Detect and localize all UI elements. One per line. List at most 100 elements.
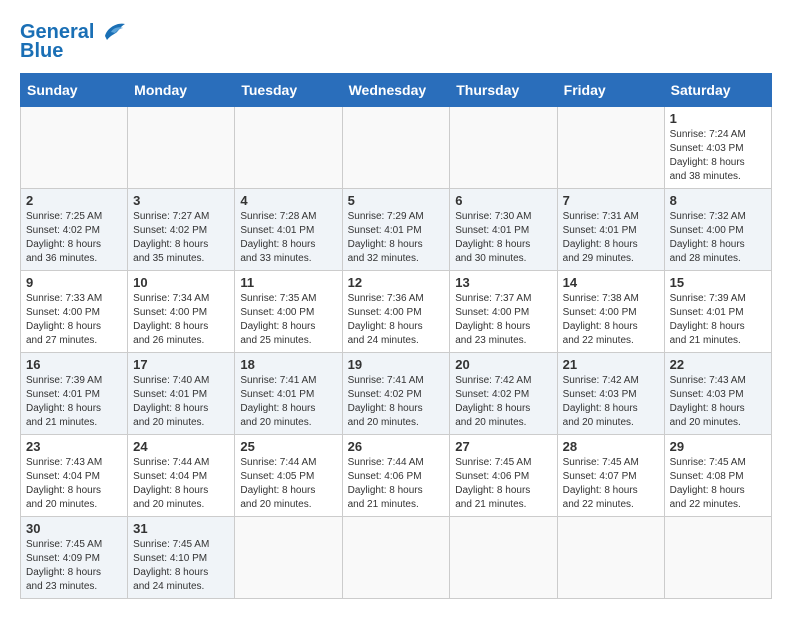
calendar-cell: 1 Sunrise: 7:24 AM Sunset: 4:03 PM Daylig… <box>664 107 771 189</box>
calendar-header-row: SundayMondayTuesdayWednesdayThursdayFrid… <box>21 74 772 107</box>
calendar-cell: 28 Sunrise: 7:45 AM Sunset: 4:07 PM Dayli… <box>557 435 664 517</box>
header: General Blue <box>20 20 772 63</box>
day-info: Sunrise: 7:44 AM Sunset: 4:05 PM Dayligh… <box>240 456 336 512</box>
calendar-cell: 10Sunrise: 7:34 AM Sunset: 4:00 PM Dayli… <box>128 271 235 353</box>
day-info: Sunrise: 7:39 AM Sunset: 4:01 PM Dayligh… <box>670 292 766 348</box>
day-number: 13 <box>455 275 551 290</box>
day-number: 6 <box>455 193 551 208</box>
col-header-monday: Monday <box>128 74 235 107</box>
day-number: 18 <box>240 357 336 372</box>
day-info: Sunrise: 7:41 AM Sunset: 4:02 PM Dayligh… <box>348 374 445 430</box>
calendar-cell <box>557 517 664 599</box>
day-number: 26 <box>348 439 445 454</box>
day-info: Sunrise: 7:39 AM Sunset: 4:01 PM Dayligh… <box>26 374 122 430</box>
day-info: Sunrise: 7:29 AM Sunset: 4:01 PM Dayligh… <box>348 210 445 266</box>
calendar-cell: 14 Sunrise: 7:38 AM Sunset: 4:00 PM Dayli… <box>557 271 664 353</box>
day-number: 8 <box>670 193 766 208</box>
calendar-cell <box>21 107 128 189</box>
day-info: Sunrise: 7:45 AM Sunset: 4:09 PM Dayligh… <box>26 538 122 594</box>
calendar-week-row: 30 Sunrise: 7:45 AM Sunset: 4:09 PM Dayli… <box>21 517 772 599</box>
day-number: 23 <box>26 439 122 454</box>
calendar-cell: 29 Sunrise: 7:45 AM Sunset: 4:08 PM Dayli… <box>664 435 771 517</box>
day-number: 21 <box>563 357 659 372</box>
calendar-cell: 23Sunrise: 7:43 AM Sunset: 4:04 PM Dayli… <box>21 435 128 517</box>
logo-bird-icon <box>97 18 127 44</box>
calendar-cell: 2 Sunrise: 7:25 AM Sunset: 4:02 PM Daylig… <box>21 189 128 271</box>
day-number: 16 <box>26 357 122 372</box>
day-info: Sunrise: 7:45 AM Sunset: 4:06 PM Dayligh… <box>455 456 551 512</box>
day-info: Sunrise: 7:27 AM Sunset: 4:02 PM Dayligh… <box>133 210 229 266</box>
day-number: 29 <box>670 439 766 454</box>
col-header-wednesday: Wednesday <box>342 74 450 107</box>
calendar-week-row: 1 Sunrise: 7:24 AM Sunset: 4:03 PM Daylig… <box>21 107 772 189</box>
calendar-week-row: 23Sunrise: 7:43 AM Sunset: 4:04 PM Dayli… <box>21 435 772 517</box>
day-number: 28 <box>563 439 659 454</box>
day-number: 19 <box>348 357 445 372</box>
day-info: Sunrise: 7:38 AM Sunset: 4:00 PM Dayligh… <box>563 292 659 348</box>
day-info: Sunrise: 7:28 AM Sunset: 4:01 PM Dayligh… <box>240 210 336 266</box>
calendar-cell <box>235 517 342 599</box>
day-info: Sunrise: 7:43 AM Sunset: 4:03 PM Dayligh… <box>670 374 766 430</box>
day-info: Sunrise: 7:33 AM Sunset: 4:00 PM Dayligh… <box>26 292 122 348</box>
day-info: Sunrise: 7:42 AM Sunset: 4:03 PM Dayligh… <box>563 374 659 430</box>
col-header-thursday: Thursday <box>450 74 557 107</box>
calendar-cell: 7 Sunrise: 7:31 AM Sunset: 4:01 PM Daylig… <box>557 189 664 271</box>
day-info: Sunrise: 7:45 AM Sunset: 4:10 PM Dayligh… <box>133 538 229 594</box>
calendar-cell: 30 Sunrise: 7:45 AM Sunset: 4:09 PM Dayli… <box>21 517 128 599</box>
day-number: 14 <box>563 275 659 290</box>
day-number: 4 <box>240 193 336 208</box>
day-number: 7 <box>563 193 659 208</box>
calendar-cell <box>342 517 450 599</box>
calendar-cell: 26Sunrise: 7:44 AM Sunset: 4:06 PM Dayli… <box>342 435 450 517</box>
calendar-cell: 15 Sunrise: 7:39 AM Sunset: 4:01 PM Dayli… <box>664 271 771 353</box>
day-number: 25 <box>240 439 336 454</box>
calendar-cell: 8 Sunrise: 7:32 AM Sunset: 4:00 PM Daylig… <box>664 189 771 271</box>
calendar-cell <box>128 107 235 189</box>
day-number: 30 <box>26 521 122 536</box>
day-number: 12 <box>348 275 445 290</box>
day-info: Sunrise: 7:34 AM Sunset: 4:00 PM Dayligh… <box>133 292 229 348</box>
day-number: 11 <box>240 275 336 290</box>
day-number: 1 <box>670 111 766 126</box>
calendar-cell: 13Sunrise: 7:37 AM Sunset: 4:00 PM Dayli… <box>450 271 557 353</box>
day-info: Sunrise: 7:35 AM Sunset: 4:00 PM Dayligh… <box>240 292 336 348</box>
day-number: 31 <box>133 521 229 536</box>
day-number: 3 <box>133 193 229 208</box>
day-number: 2 <box>26 193 122 208</box>
calendar-cell: 4 Sunrise: 7:28 AM Sunset: 4:01 PM Daylig… <box>235 189 342 271</box>
day-number: 24 <box>133 439 229 454</box>
day-info: Sunrise: 7:30 AM Sunset: 4:01 PM Dayligh… <box>455 210 551 266</box>
calendar-cell: 27Sunrise: 7:45 AM Sunset: 4:06 PM Dayli… <box>450 435 557 517</box>
calendar-week-row: 9 Sunrise: 7:33 AM Sunset: 4:00 PM Daylig… <box>21 271 772 353</box>
calendar-cell: 16 Sunrise: 7:39 AM Sunset: 4:01 PM Dayli… <box>21 353 128 435</box>
day-number: 5 <box>348 193 445 208</box>
day-info: Sunrise: 7:45 AM Sunset: 4:07 PM Dayligh… <box>563 456 659 512</box>
calendar-cell: 21 Sunrise: 7:42 AM Sunset: 4:03 PM Dayli… <box>557 353 664 435</box>
calendar-cell <box>342 107 450 189</box>
calendar-cell: 20Sunrise: 7:42 AM Sunset: 4:02 PM Dayli… <box>450 353 557 435</box>
calendar-cell: 12 Sunrise: 7:36 AM Sunset: 4:00 PM Dayli… <box>342 271 450 353</box>
calendar-cell: 6 Sunrise: 7:30 AM Sunset: 4:01 PM Daylig… <box>450 189 557 271</box>
calendar-week-row: 16 Sunrise: 7:39 AM Sunset: 4:01 PM Dayli… <box>21 353 772 435</box>
calendar-cell <box>450 107 557 189</box>
day-info: Sunrise: 7:32 AM Sunset: 4:00 PM Dayligh… <box>670 210 766 266</box>
calendar-week-row: 2 Sunrise: 7:25 AM Sunset: 4:02 PM Daylig… <box>21 189 772 271</box>
day-info: Sunrise: 7:31 AM Sunset: 4:01 PM Dayligh… <box>563 210 659 266</box>
calendar: SundayMondayTuesdayWednesdayThursdayFrid… <box>20 73 772 599</box>
calendar-cell <box>664 517 771 599</box>
day-info: Sunrise: 7:36 AM Sunset: 4:00 PM Dayligh… <box>348 292 445 348</box>
logo: General Blue <box>20 20 127 63</box>
calendar-cell: 3 Sunrise: 7:27 AM Sunset: 4:02 PM Daylig… <box>128 189 235 271</box>
calendar-cell: 5 Sunrise: 7:29 AM Sunset: 4:01 PM Daylig… <box>342 189 450 271</box>
day-info: Sunrise: 7:45 AM Sunset: 4:08 PM Dayligh… <box>670 456 766 512</box>
calendar-cell <box>235 107 342 189</box>
calendar-cell: 31 Sunrise: 7:45 AM Sunset: 4:10 PM Dayli… <box>128 517 235 599</box>
day-number: 9 <box>26 275 122 290</box>
day-number: 15 <box>670 275 766 290</box>
day-info: Sunrise: 7:25 AM Sunset: 4:02 PM Dayligh… <box>26 210 122 266</box>
calendar-cell: 9 Sunrise: 7:33 AM Sunset: 4:00 PM Daylig… <box>21 271 128 353</box>
day-number: 17 <box>133 357 229 372</box>
day-info: Sunrise: 7:40 AM Sunset: 4:01 PM Dayligh… <box>133 374 229 430</box>
col-header-tuesday: Tuesday <box>235 74 342 107</box>
day-info: Sunrise: 7:24 AM Sunset: 4:03 PM Dayligh… <box>670 128 766 184</box>
